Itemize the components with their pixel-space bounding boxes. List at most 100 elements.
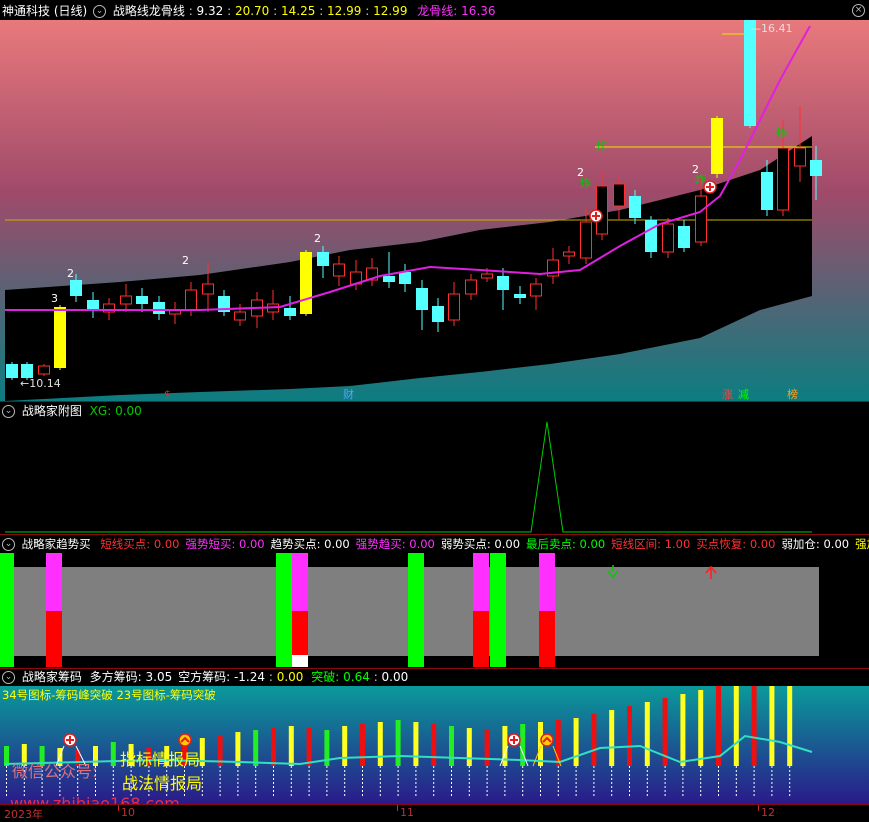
chip-legend: 34号图标-筹码峰突破 23号图标-筹码突破 (2, 688, 216, 702)
bar-label: 2 (182, 254, 189, 267)
main-value-4: 12.99 (327, 4, 362, 18)
trend-buy-chart[interactable] (0, 553, 869, 667)
chip-break-marker-icon (178, 733, 192, 747)
pane4-value-3: 0.00 (276, 670, 304, 684)
trend-signal-column (276, 553, 292, 667)
xg-label: XG: (89, 404, 112, 418)
high-price-label: —16.41 (750, 22, 793, 35)
xg-line (5, 421, 812, 533)
trend-signal-column (490, 553, 506, 667)
event-tag[interactable]: $ (164, 388, 171, 401)
event-tag[interactable]: 减 (738, 388, 749, 401)
trend-signal-column (408, 553, 424, 667)
signal-label: 强势趋买: (355, 537, 406, 551)
main-chart[interactable]: —16.41 ←10.14 3 2 2 2 2 2 炸 炸 炸 炸 $ 财 涨 … (0, 20, 869, 401)
signal-value: 0.00 (320, 537, 350, 551)
main-value-5: 12.99 (373, 4, 408, 18)
short-label: 空方筹码: (178, 670, 231, 684)
bar-label: 炸 (580, 177, 591, 190)
signal-label: 短线区间: (611, 537, 662, 551)
signal-value: 0.00 (150, 537, 180, 551)
signal-value: 0.00 (575, 537, 606, 551)
buy-marker-icon (589, 209, 603, 223)
break-value: 0.64 (343, 670, 370, 684)
close-icon[interactable]: × (852, 4, 865, 17)
signal-label: 弱势买点: (440, 537, 491, 551)
signal-value: 0.00 (746, 537, 776, 551)
bar-label: 2 (67, 267, 74, 280)
signal-value: 0.00 (819, 537, 850, 551)
collapse-icon[interactable]: ⌄ (2, 538, 15, 551)
signal-label: 短线买点: (100, 537, 151, 551)
bar-label: 炸 (776, 127, 787, 140)
watermark-brand: 指标情报局 (120, 750, 201, 769)
signal-label: 强势短买: (185, 537, 236, 551)
candle (662, 218, 674, 258)
signal-label: 强加仓: (855, 537, 869, 551)
candle (645, 216, 657, 258)
main-value-3: 14.25 (281, 4, 316, 18)
watermark-wechat: 微信公众号: (12, 762, 98, 781)
main-title-bar: 神通科技 (日线) ⌄ 战略线龙骨线 : 9.32 : 20.70 : 14.2… (2, 4, 496, 18)
candle (744, 20, 756, 128)
axis-label: 10 (121, 806, 135, 819)
xg-value: 0.00 (115, 404, 142, 418)
trend-signal-column (292, 553, 308, 667)
event-tag[interactable]: 榜 (787, 388, 798, 401)
signal-label: 趋势买点: (270, 537, 321, 551)
pane4-title-bar: ⌄ 战略家筹码 多方筹码: 3.05 空方筹码: -1.24 : 0.00 突破… (0, 668, 408, 686)
main-value-1: 9.32 (196, 4, 224, 18)
chip-chart[interactable]: 34号图标-筹码峰突破 23号图标-筹码突破 微信公众号: 指标情报局 战法情报… (0, 686, 869, 813)
signal-value: 0.00 (490, 537, 521, 551)
event-tag[interactable]: 涨 (722, 388, 733, 401)
signal-label: 弱加仓: (781, 537, 820, 551)
signal-label: 最后卖点: (526, 537, 576, 551)
stock-name[interactable]: 神通科技 (日线) (2, 4, 87, 18)
pane3-title-bar: ⌄ 战略家趋势买 短线买点: 0.00 强势短买: 0.00 趋势买点: 0.00 强… (0, 535, 869, 553)
trend-signal-column (539, 553, 555, 667)
trend-signal-column (0, 553, 14, 667)
collapse-icon[interactable]: ⌄ (2, 405, 15, 418)
axis-tick (758, 805, 759, 811)
short-value: -1.24 (233, 670, 266, 684)
dragon-label: 龙骨线 (417, 4, 454, 18)
watermark-brand2: 战法情报局 (122, 774, 203, 793)
axis-tick (118, 805, 119, 811)
pane3-title: 战略家趋势买 (21, 537, 91, 551)
dragon-value: 16.36 (461, 4, 496, 18)
pane4-value-5: 0.00 (381, 670, 409, 684)
collapse-icon[interactable]: ⌄ (2, 671, 15, 684)
axis-label: 12 (761, 806, 775, 819)
pane4-title: 战略家筹码 (21, 670, 82, 684)
pane2-title: 战略家附图 (21, 404, 82, 418)
axis-label: 11 (400, 806, 414, 819)
signal-value: 1.00 (661, 537, 691, 551)
collapse-icon[interactable]: ⌄ (93, 5, 107, 18)
break-label: 突破: (311, 670, 340, 684)
long-label: 多方筹码: (89, 670, 142, 684)
signal-label: 买点恢复: (696, 537, 747, 551)
candle (6, 362, 18, 380)
xg-chart[interactable] (0, 420, 869, 533)
time-axis[interactable]: 2023年 10 11 12 (0, 804, 869, 822)
bar-label: 炸 (596, 140, 607, 153)
candle (300, 250, 312, 316)
axis-tick (397, 805, 398, 811)
indicator-name: 战略线龙骨线 (112, 4, 185, 18)
trend-signal-column (46, 553, 62, 667)
long-value: 3.05 (145, 670, 173, 684)
candle (54, 305, 66, 370)
pane2-title-bar: ⌄ 战略家附图 XG: 0.00 (0, 402, 142, 420)
low-price-label: ←10.14 (20, 377, 61, 390)
bar-label: 炸 (695, 173, 706, 186)
main-value-2: 20.70 (234, 4, 270, 18)
trend-signal-column (473, 553, 489, 667)
candle (711, 116, 723, 178)
event-tag[interactable]: 财 (343, 388, 354, 401)
bar-label: 2 (314, 232, 321, 245)
signal-value: 0.00 (235, 537, 265, 551)
axis-label: 2023年 (4, 808, 43, 821)
candlestick-chart[interactable] (0, 20, 869, 401)
signal-value: 0.00 (405, 537, 435, 551)
bar-label: 3 (51, 292, 58, 305)
